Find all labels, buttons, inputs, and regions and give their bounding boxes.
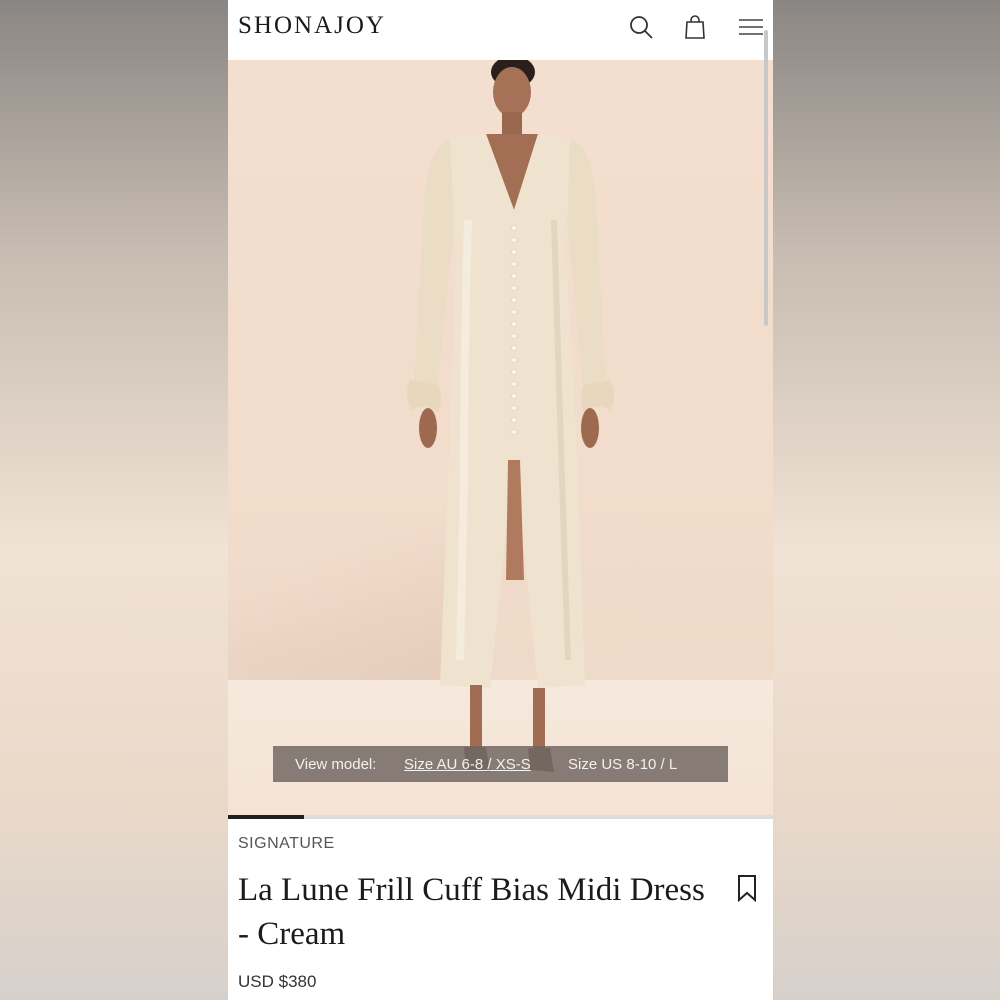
collection-label: SIGNATURE — [238, 835, 335, 852]
scrollbar-thumb[interactable] — [764, 30, 768, 326]
gallery-progress-track — [228, 815, 773, 819]
product-photo-model — [406, 60, 614, 772]
product-title: La Lune Frill Cuff Bias Midi Dress - Cre… — [238, 872, 705, 952]
bag-icon[interactable] — [682, 14, 708, 40]
site-header: SHONAJOY — [228, 0, 773, 60]
mobile-page: SHONAJOY View model: Size AU 6-8 / XS-S … — [228, 0, 773, 1000]
size-option-au[interactable]: Size AU 6-8 / XS-S — [404, 756, 531, 773]
size-option-us[interactable]: Size US 8-10 / L — [568, 756, 677, 773]
bookmark-icon[interactable] — [734, 874, 760, 903]
product-image-gallery[interactable]: View model: Size AU 6-8 / XS-S Size US 8… — [228, 60, 773, 815]
brand-logo[interactable]: SHONAJOY — [238, 12, 386, 40]
background-blur-right — [772, 0, 1000, 1000]
view-model-bar: View model: Size AU 6-8 / XS-S Size US 8… — [273, 746, 728, 782]
view-model-label: View model: — [295, 756, 377, 773]
gallery-progress-fill — [228, 815, 305, 819]
search-icon[interactable] — [628, 14, 654, 40]
menu-icon[interactable] — [738, 14, 764, 40]
product-price: USD $380 — [238, 972, 317, 991]
background-blur-left — [0, 0, 228, 1000]
